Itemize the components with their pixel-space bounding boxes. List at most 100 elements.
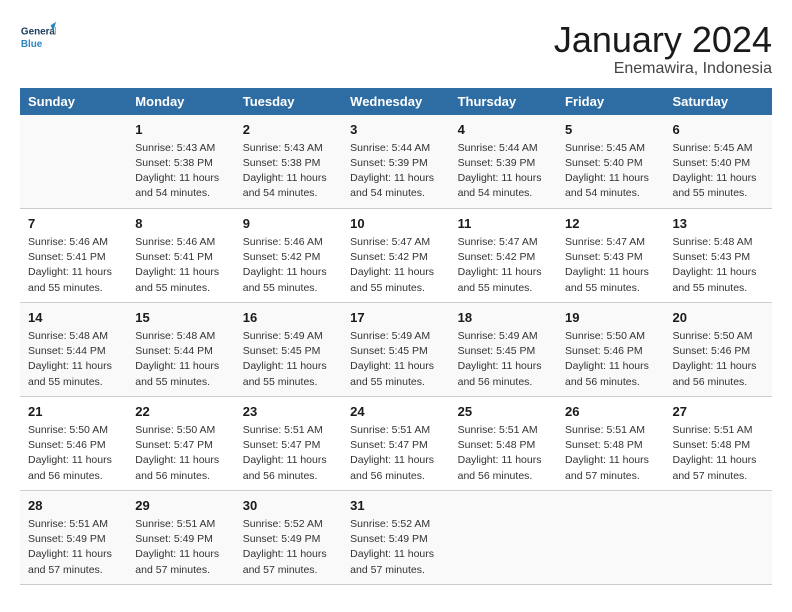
week-row-3: 14 Sunrise: 5:48 AM Sunset: 5:44 PM Dayli… <box>20 302 772 396</box>
day-info: Sunrise: 5:44 AM Sunset: 5:39 PM Dayligh… <box>458 141 549 202</box>
header-cell-friday: Friday <box>557 88 664 115</box>
day-number: 17 <box>350 309 441 327</box>
day-cell: 5 Sunrise: 5:45 AM Sunset: 5:40 PM Daylig… <box>557 115 664 209</box>
day-cell: 16 Sunrise: 5:49 AM Sunset: 5:45 PM Dayli… <box>235 302 342 396</box>
day-number: 16 <box>243 309 334 327</box>
day-cell: 10 Sunrise: 5:47 AM Sunset: 5:42 PM Dayli… <box>342 208 449 302</box>
svg-text:General: General <box>21 26 56 37</box>
day-cell: 6Sunrise: 5:45 AM Sunset: 5:40 PM Daylig… <box>664 115 772 209</box>
day-info: Sunrise: 5:45 AM Sunset: 5:40 PM Dayligh… <box>672 141 764 202</box>
day-info: Sunrise: 5:43 AM Sunset: 5:38 PM Dayligh… <box>135 141 226 202</box>
subtitle: Enemawira, Indonesia <box>554 60 772 78</box>
calendar-table: SundayMondayTuesdayWednesdayThursdayFrid… <box>20 88 772 585</box>
day-cell: 12Sunrise: 5:47 AM Sunset: 5:43 PM Dayli… <box>557 208 664 302</box>
day-cell: 1 Sunrise: 5:43 AM Sunset: 5:38 PM Daylig… <box>127 115 234 209</box>
day-number: 1 <box>135 121 226 139</box>
day-info: Sunrise: 5:46 AM Sunset: 5:42 PM Dayligh… <box>243 235 334 296</box>
day-cell <box>664 490 772 584</box>
day-number: 19 <box>565 309 656 327</box>
day-cell <box>20 115 127 209</box>
day-cell: 25 Sunrise: 5:51 AM Sunset: 5:48 PM Dayli… <box>450 396 557 490</box>
day-info: Sunrise: 5:47 AM Sunset: 5:42 PM Dayligh… <box>350 235 441 296</box>
day-info: Sunrise: 5:43 AM Sunset: 5:38 PM Dayligh… <box>243 141 334 202</box>
day-info: Sunrise: 5:51 AM Sunset: 5:48 PM Dayligh… <box>458 423 549 484</box>
day-cell: 8 Sunrise: 5:46 AM Sunset: 5:41 PM Daylig… <box>127 208 234 302</box>
day-number: 22 <box>135 403 226 421</box>
day-number: 10 <box>350 215 441 233</box>
day-info: Sunrise: 5:50 AM Sunset: 5:47 PM Dayligh… <box>135 423 226 484</box>
day-info: Sunrise: 5:48 AM Sunset: 5:44 PM Dayligh… <box>28 329 119 390</box>
day-cell: 23Sunrise: 5:51 AM Sunset: 5:47 PM Dayli… <box>235 396 342 490</box>
day-info: Sunrise: 5:51 AM Sunset: 5:49 PM Dayligh… <box>28 517 119 578</box>
day-info: Sunrise: 5:51 AM Sunset: 5:48 PM Dayligh… <box>672 423 764 484</box>
day-cell: 7 Sunrise: 5:46 AM Sunset: 5:41 PM Daylig… <box>20 208 127 302</box>
day-cell: 31Sunrise: 5:52 AM Sunset: 5:49 PM Dayli… <box>342 490 449 584</box>
header-cell-monday: Monday <box>127 88 234 115</box>
logo-icon: General Blue <box>20 20 56 56</box>
day-number: 4 <box>458 121 549 139</box>
day-number: 30 <box>243 497 334 515</box>
day-number: 5 <box>565 121 656 139</box>
logo: General Blue <box>20 20 56 56</box>
svg-text:Blue: Blue <box>21 39 43 50</box>
day-cell: 14 Sunrise: 5:48 AM Sunset: 5:44 PM Dayli… <box>20 302 127 396</box>
day-number: 9 <box>243 215 334 233</box>
day-info: Sunrise: 5:49 AM Sunset: 5:45 PM Dayligh… <box>243 329 334 390</box>
day-info: Sunrise: 5:46 AM Sunset: 5:41 PM Dayligh… <box>28 235 119 296</box>
header-cell-wednesday: Wednesday <box>342 88 449 115</box>
day-number: 31 <box>350 497 441 515</box>
day-number: 3 <box>350 121 441 139</box>
header-cell-sunday: Sunday <box>20 88 127 115</box>
day-info: Sunrise: 5:50 AM Sunset: 5:46 PM Dayligh… <box>28 423 119 484</box>
day-number: 7 <box>28 215 119 233</box>
day-number: 14 <box>28 309 119 327</box>
day-number: 25 <box>458 403 549 421</box>
day-info: Sunrise: 5:45 AM Sunset: 5:40 PM Dayligh… <box>565 141 656 202</box>
day-cell: 13 Sunrise: 5:48 AM Sunset: 5:43 PM Dayli… <box>664 208 772 302</box>
title-area: January 2024 Enemawira, Indonesia <box>554 20 772 78</box>
day-number: 12 <box>565 215 656 233</box>
day-cell: 2 Sunrise: 5:43 AM Sunset: 5:38 PM Daylig… <box>235 115 342 209</box>
day-number: 27 <box>672 403 764 421</box>
day-info: Sunrise: 5:46 AM Sunset: 5:41 PM Dayligh… <box>135 235 226 296</box>
day-number: 26 <box>565 403 656 421</box>
day-cell: 20 Sunrise: 5:50 AM Sunset: 5:46 PM Dayli… <box>664 302 772 396</box>
day-number: 15 <box>135 309 226 327</box>
day-info: Sunrise: 5:51 AM Sunset: 5:48 PM Dayligh… <box>565 423 656 484</box>
day-number: 21 <box>28 403 119 421</box>
day-info: Sunrise: 5:49 AM Sunset: 5:45 PM Dayligh… <box>350 329 441 390</box>
day-info: Sunrise: 5:50 AM Sunset: 5:46 PM Dayligh… <box>672 329 764 390</box>
week-row-5: 28 Sunrise: 5:51 AM Sunset: 5:49 PM Dayli… <box>20 490 772 584</box>
day-number: 20 <box>672 309 764 327</box>
day-number: 2 <box>243 121 334 139</box>
day-cell <box>450 490 557 584</box>
day-cell: 24Sunrise: 5:51 AM Sunset: 5:47 PM Dayli… <box>342 396 449 490</box>
day-number: 24 <box>350 403 441 421</box>
header-row: SundayMondayTuesdayWednesdayThursdayFrid… <box>20 88 772 115</box>
day-info: Sunrise: 5:50 AM Sunset: 5:46 PM Dayligh… <box>565 329 656 390</box>
calendar-header: SundayMondayTuesdayWednesdayThursdayFrid… <box>20 88 772 115</box>
day-info: Sunrise: 5:44 AM Sunset: 5:39 PM Dayligh… <box>350 141 441 202</box>
day-cell: 30 Sunrise: 5:52 AM Sunset: 5:49 PM Dayli… <box>235 490 342 584</box>
day-cell: 28 Sunrise: 5:51 AM Sunset: 5:49 PM Dayli… <box>20 490 127 584</box>
day-cell: 15 Sunrise: 5:48 AM Sunset: 5:44 PM Dayli… <box>127 302 234 396</box>
week-row-2: 7 Sunrise: 5:46 AM Sunset: 5:41 PM Daylig… <box>20 208 772 302</box>
header-cell-tuesday: Tuesday <box>235 88 342 115</box>
day-number: 11 <box>458 215 549 233</box>
day-info: Sunrise: 5:48 AM Sunset: 5:44 PM Dayligh… <box>135 329 226 390</box>
day-number: 28 <box>28 497 119 515</box>
day-cell: 18Sunrise: 5:49 AM Sunset: 5:45 PM Dayli… <box>450 302 557 396</box>
day-number: 8 <box>135 215 226 233</box>
day-info: Sunrise: 5:48 AM Sunset: 5:43 PM Dayligh… <box>672 235 764 296</box>
day-cell: 26 Sunrise: 5:51 AM Sunset: 5:48 PM Dayli… <box>557 396 664 490</box>
header-cell-saturday: Saturday <box>664 88 772 115</box>
day-cell: 17 Sunrise: 5:49 AM Sunset: 5:45 PM Dayli… <box>342 302 449 396</box>
day-info: Sunrise: 5:52 AM Sunset: 5:49 PM Dayligh… <box>243 517 334 578</box>
header-cell-thursday: Thursday <box>450 88 557 115</box>
calendar-body: 1 Sunrise: 5:43 AM Sunset: 5:38 PM Daylig… <box>20 115 772 585</box>
day-number: 13 <box>672 215 764 233</box>
main-title: January 2024 <box>554 20 772 60</box>
day-info: Sunrise: 5:49 AM Sunset: 5:45 PM Dayligh… <box>458 329 549 390</box>
day-cell: 4 Sunrise: 5:44 AM Sunset: 5:39 PM Daylig… <box>450 115 557 209</box>
day-cell: 21 Sunrise: 5:50 AM Sunset: 5:46 PM Dayli… <box>20 396 127 490</box>
